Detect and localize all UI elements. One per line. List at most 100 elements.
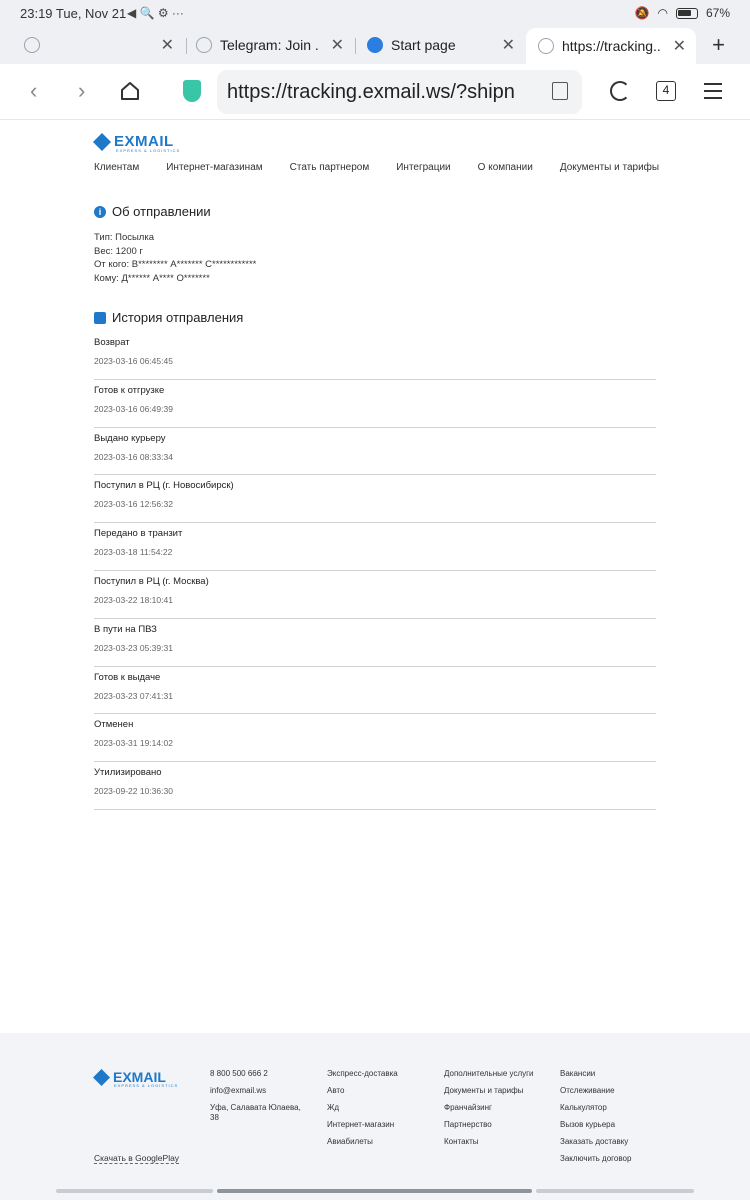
- footer-link[interactable]: Контакты: [444, 1137, 544, 1147]
- scrollbar-track: [56, 1189, 213, 1193]
- history-row: Отменен 2023-03-31 19:14:02: [94, 714, 656, 763]
- footer-phone[interactable]: 8 800 500 666 2: [210, 1069, 310, 1079]
- history-date: 2023-03-22 18:10:41: [94, 594, 173, 605]
- battery-level: 67%: [705, 6, 730, 20]
- history-date: 2023-03-16 12:56:32: [94, 499, 173, 510]
- close-icon[interactable]: ✕: [673, 36, 686, 56]
- mute-icon: 🔕: [634, 6, 650, 20]
- page-scrollbar[interactable]: [56, 1189, 694, 1193]
- wifi-icon: ◠: [657, 6, 668, 20]
- history-status: Выдано курьеру: [94, 432, 166, 444]
- history-date: 2023-03-23 05:39:31: [94, 642, 173, 653]
- menu-icon[interactable]: [704, 83, 722, 99]
- logo-cube-icon: [92, 132, 112, 151]
- history-status: Утилизировано: [94, 767, 162, 779]
- history-row: Поступил в РЦ (г. Москва) 2023-03-22 18:…: [94, 571, 656, 619]
- close-icon[interactable]: ✕: [161, 35, 174, 55]
- site-footer: EXMAIL EXPRESS & LOGISTICS 8 800 500 666…: [0, 1033, 750, 1200]
- history-status: В пути на ПВЗ: [94, 623, 157, 635]
- footer-link[interactable]: Документы и тарифы: [444, 1086, 544, 1096]
- footer-col-services: Экспресс-доставка Авто Жд Интернет-магаз…: [327, 1069, 432, 1154]
- logo-cube-icon: [93, 1068, 110, 1086]
- history-row: Утилизировано 2023-09-22 10:36:30: [94, 762, 656, 810]
- scrollbar-thumb[interactable]: [217, 1189, 532, 1193]
- shipment-weight: Вес: 1200 г: [94, 245, 143, 257]
- footer-link[interactable]: Авто: [327, 1086, 432, 1096]
- footer-link[interactable]: Заключить договор: [560, 1154, 670, 1164]
- history-title: История отправления: [112, 310, 244, 325]
- site-logo[interactable]: EXMAIL EXPRESS & LOGISTICS: [92, 132, 179, 153]
- status-time: 23:19 Tue, Nov 21: [20, 6, 127, 21]
- footer-col-actions: Вакансии Отслеживание Калькулятор Вызов …: [560, 1069, 670, 1171]
- tab-label: https://tracking....: [562, 38, 662, 54]
- footer-col-info: Дополнительные услуги Документы и тарифы…: [444, 1069, 544, 1154]
- url-text[interactable]: https://tracking.exmail.ws/?shipn: [227, 81, 527, 104]
- footer-link[interactable]: Жд: [327, 1103, 432, 1113]
- history-date: 2023-03-16 08:33:34: [94, 451, 173, 462]
- tab-label: Telegram: Join ...: [220, 37, 320, 53]
- tab-4-active[interactable]: https://tracking.... ✕: [526, 28, 696, 64]
- history-list: Возврат 2023-03-16 06:45:45 Готов к отгр…: [94, 332, 656, 810]
- history-status: Отменен: [94, 719, 134, 731]
- new-tab-icon[interactable]: +: [712, 32, 725, 58]
- history-row: Передано в транзит 2023-03-18 11:54:22: [94, 523, 656, 571]
- tab-2[interactable]: Telegram: Join ... ✕: [196, 28, 354, 62]
- tab-1[interactable]: ✕: [24, 28, 184, 62]
- reload-icon[interactable]: [610, 81, 630, 101]
- shield-icon[interactable]: [183, 80, 201, 102]
- footer-link[interactable]: Вакансии: [560, 1069, 670, 1079]
- link-icon: [538, 38, 554, 54]
- back-icon[interactable]: ‹: [30, 78, 37, 104]
- link-icon: [24, 37, 40, 53]
- nav-item-partner[interactable]: Стать партнером: [290, 162, 370, 173]
- shipment-from: От кого: В******** А******* С***********…: [94, 259, 257, 270]
- close-icon[interactable]: ✕: [502, 35, 515, 55]
- tab-divider: [355, 38, 356, 54]
- browser-tab-bar: ✕ Telegram: Join ... ✕ Start page ✕ http…: [0, 28, 750, 64]
- footer-link[interactable]: Отслеживание: [560, 1086, 670, 1096]
- forward-icon[interactable]: ›: [78, 78, 85, 104]
- nav-item-docs[interactable]: Документы и тарифы: [560, 162, 659, 173]
- logo-subtitle: EXPRESS & LOGISTICS: [114, 1083, 179, 1088]
- link-icon: [196, 37, 212, 53]
- footer-link[interactable]: Интернет-магазин: [327, 1120, 432, 1130]
- history-status: Возврат: [94, 337, 130, 348]
- footer-link[interactable]: Калькулятор: [560, 1103, 670, 1113]
- close-icon[interactable]: ✕: [331, 35, 344, 55]
- address-bar[interactable]: https://tracking.exmail.ws/?shipn: [217, 70, 582, 114]
- history-date: 2023-03-16 06:49:39: [94, 403, 173, 414]
- home-icon[interactable]: [120, 81, 140, 101]
- history-status: Передано в транзит: [94, 528, 183, 540]
- footer-link[interactable]: Франчайзинг: [444, 1103, 544, 1113]
- footer-email[interactable]: info@exmail.ws: [210, 1086, 310, 1096]
- status-bar: 23:19 Tue, Nov 21 ◀ 🔍 ⚙ ··· 🔕 ◠ 67%: [0, 0, 750, 28]
- battery-icon: [675, 7, 698, 19]
- home-icon: [367, 37, 383, 53]
- history-date: 2023-03-31 19:14:02: [94, 738, 173, 749]
- status-right: 🔕 ◠ 67%: [635, 6, 730, 20]
- history-status: Поступил в РЦ (г. Новосибирск): [94, 480, 234, 492]
- footer-link[interactable]: Экспресс-доставка: [327, 1069, 432, 1079]
- nav-item-shops[interactable]: Интернет-магазинам: [166, 162, 262, 173]
- footer-link[interactable]: Авиабилеты: [327, 1137, 432, 1147]
- footer-link[interactable]: Заказать доставку: [560, 1137, 670, 1147]
- bookmark-icon[interactable]: [552, 82, 568, 100]
- history-row: Выдано курьеру 2023-03-16 08:33:34: [94, 428, 656, 476]
- tab-3[interactable]: Start page ✕: [367, 28, 525, 62]
- tab-count-button[interactable]: 4: [656, 81, 676, 101]
- footer-link[interactable]: Вызов курьера: [560, 1120, 670, 1130]
- logo-subtitle: EXPRESS & LOGISTICS: [116, 148, 181, 153]
- footer-contacts: 8 800 500 666 2 info@exmail.ws Уфа, Сала…: [210, 1069, 310, 1130]
- map-pin-icon: [94, 311, 106, 324]
- history-status: Готов к выдаче: [94, 671, 161, 683]
- shipment-to: Кому: Д****** А**** О*******: [94, 272, 210, 284]
- google-play-link[interactable]: Скачать в GooglePlay: [94, 1153, 180, 1164]
- nav-item-about[interactable]: О компании: [478, 162, 533, 173]
- nav-item-integrations[interactable]: Интеграции: [396, 162, 450, 173]
- footer-link[interactable]: Дополнительные услуги: [444, 1069, 544, 1079]
- nav-item-clients[interactable]: Клиентам: [94, 162, 139, 173]
- footer-link[interactable]: Партнерство: [444, 1120, 544, 1130]
- footer-logo[interactable]: EXMAIL EXPRESS & LOGISTICS: [93, 1068, 177, 1088]
- history-date: 2023-03-18 11:54:22: [94, 547, 173, 558]
- history-row: Поступил в РЦ (г. Новосибирск) 2023-03-1…: [94, 475, 656, 524]
